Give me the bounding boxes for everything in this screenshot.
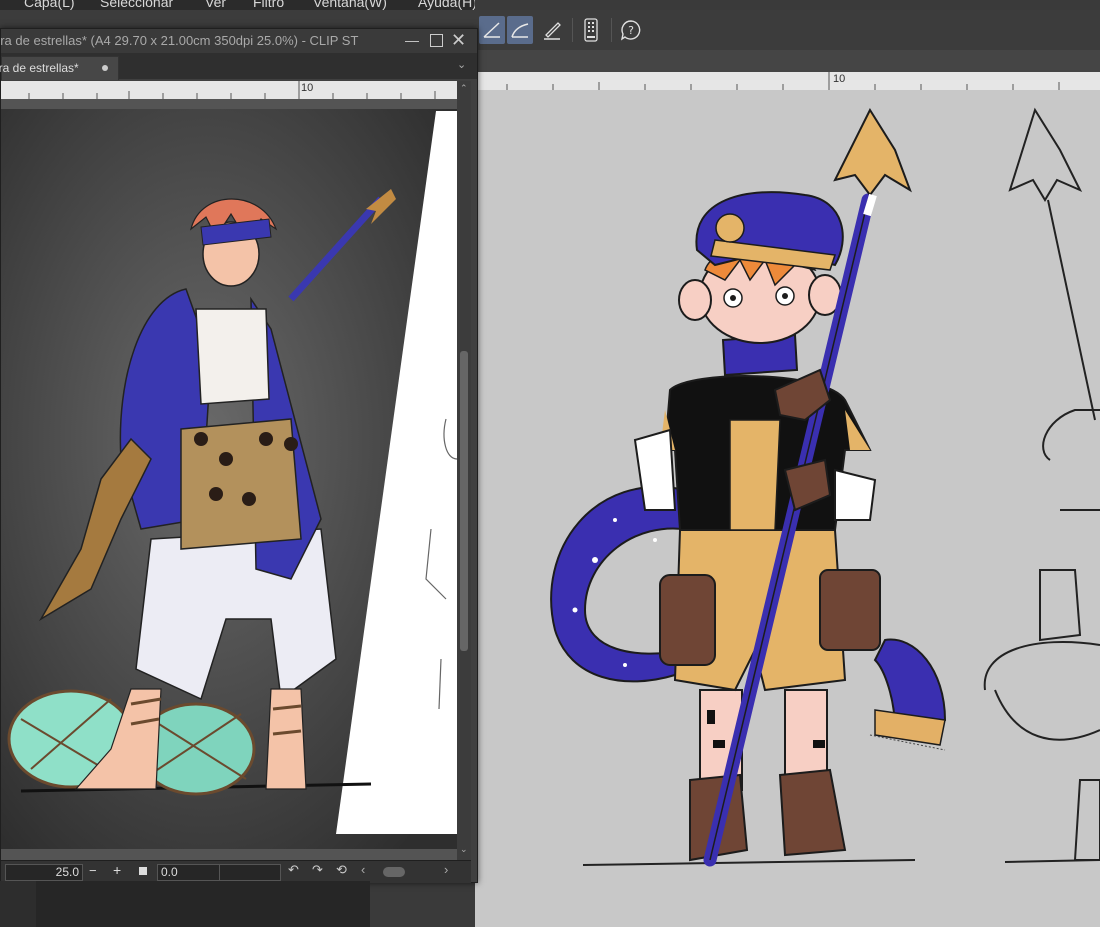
menu-window[interactable]: Ventana(W) <box>313 0 387 10</box>
main-ruler: 10 <box>475 72 1100 91</box>
scrollbar-thumb[interactable] <box>460 351 468 651</box>
scroll-left-icon[interactable]: ‹ <box>361 862 365 877</box>
menubar: Capa(L) Seleccionar Ver Filtro Ventana(W… <box>0 0 475 10</box>
main-ruler-label: 10 <box>833 73 846 85</box>
scroll-up-icon[interactable]: ⌃ <box>460 83 468 94</box>
command-bar-left <box>0 10 475 30</box>
navigator-statusbar: 25.0 − + 0.0 ↶ ↷ ⟲ ‹ › <box>1 860 471 883</box>
rotate-left-icon[interactable]: ↶ <box>288 862 299 878</box>
sub-view-window[interactable]: ora de estrellas* (A4 29.70 x 21.00cm 35… <box>0 28 478 883</box>
reset-rotation-icon[interactable]: ⟲ <box>336 862 347 878</box>
menu-view[interactable]: Ver <box>205 0 226 10</box>
menu-help[interactable]: Ayuda(H) <box>418 0 475 10</box>
toolbar-separator <box>572 18 573 42</box>
main-canvas[interactable] <box>475 90 1100 927</box>
scroll-down-icon[interactable]: ⌄ <box>460 844 468 855</box>
zoom-in-button[interactable]: + <box>113 862 121 878</box>
sub-ruler-label: 10 <box>301 82 314 94</box>
menu-layer[interactable]: Capa(L) <box>24 0 75 10</box>
toolbar-separator <box>611 18 612 42</box>
rotation-field[interactable]: 0.0 <box>157 864 220 881</box>
minimize-icon[interactable]: — <box>405 32 419 48</box>
svg-text:?: ? <box>628 24 634 37</box>
lower-panel-inner <box>36 881 370 927</box>
zoom-field[interactable]: 25.0 <box>5 864 83 881</box>
menu-filter[interactable]: Filtro <box>253 0 284 10</box>
chevron-down-icon[interactable]: ⌄ <box>457 58 466 71</box>
zoom-out-button[interactable]: − <box>89 863 97 878</box>
unsaved-dot-icon <box>102 65 108 71</box>
pen-pressure-icon[interactable] <box>539 16 565 44</box>
character-sketch-illustration <box>550 107 1100 867</box>
sub-window-title: ora de estrellas* (A4 29.70 x 21.00cm 35… <box>0 33 359 48</box>
horizontal-scrollbar-thumb[interactable] <box>383 867 405 877</box>
scroll-right-icon[interactable]: › <box>444 862 448 877</box>
sub-view-canvas[interactable] <box>1 99 457 860</box>
device-icon[interactable] <box>578 16 604 44</box>
sub-ruler: 10 <box>1 81 457 100</box>
maximize-icon[interactable] <box>430 34 443 47</box>
menu-select[interactable]: Seleccionar <box>100 0 173 10</box>
sub-window-tabbar: ora de estrellas* ⌄ <box>0 53 477 80</box>
help-icon[interactable]: ? <box>618 16 644 44</box>
vertical-scrollbar[interactable]: ⌃ ⌄ <box>457 81 471 860</box>
rotate-right-icon[interactable]: ↷ <box>312 862 323 878</box>
smooth-line-icon[interactable] <box>507 16 533 44</box>
sub-window-titlebar[interactable]: ora de estrellas* (A4 29.70 x 21.00cm 35… <box>0 29 477 53</box>
tab-document[interactable]: ora de estrellas* <box>0 56 119 80</box>
command-bar: ? <box>475 10 1100 51</box>
rotation-slider[interactable] <box>219 864 281 881</box>
fit-view-icon[interactable] <box>139 867 147 875</box>
close-icon[interactable]: ✕ <box>451 30 466 51</box>
tab-label: ora de estrellas* <box>0 61 79 75</box>
correct-line-icon[interactable] <box>479 16 505 44</box>
reference-illustration <box>1 109 457 849</box>
